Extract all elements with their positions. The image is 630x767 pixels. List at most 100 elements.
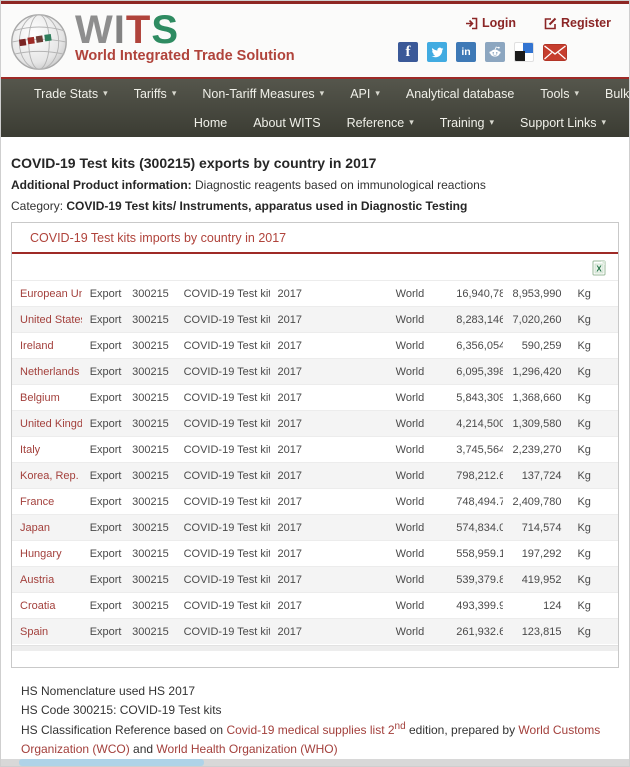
cell-unit: Kg: [569, 541, 618, 567]
nav-item-training[interactable]: Training▾: [429, 112, 505, 134]
login-link[interactable]: Login: [465, 16, 516, 30]
nav-item-reference[interactable]: Reference▾: [336, 112, 425, 134]
cell-product: COVID-19 Test kits: [176, 463, 270, 489]
linkedin-icon[interactable]: in: [456, 42, 476, 62]
country-link[interactable]: Spain: [20, 626, 48, 638]
country-link[interactable]: France: [20, 496, 54, 508]
cell-value: 493,399.96: [448, 593, 503, 619]
cell-code: 300215: [124, 593, 176, 619]
table-row: FranceExport300215COVID-19 Test kits2017…: [12, 489, 618, 515]
nav-item-label: Trade Stats: [34, 87, 98, 101]
table-row: NetherlandsExport300215COVID-19 Test kit…: [12, 359, 618, 385]
cell-value: 558,959.17: [448, 541, 503, 567]
cell-flow: Export: [82, 437, 124, 463]
cell-code: 300215: [124, 385, 176, 411]
register-link[interactable]: Register: [544, 16, 611, 30]
header: WITS World Integrated Trade Solution Log…: [1, 4, 629, 79]
cell-partner: World: [388, 489, 449, 515]
cell-unit: Kg: [569, 359, 618, 385]
additional-info-value: Diagnostic reagents based on immunologic…: [192, 178, 486, 192]
nav-item-trade-stats[interactable]: Trade Stats ▾: [23, 83, 119, 105]
cell-partner: World: [388, 359, 449, 385]
cell-code: 300215: [124, 463, 176, 489]
nav-item-api[interactable]: API▾: [339, 83, 391, 105]
cell-country: France: [12, 489, 82, 515]
country-link[interactable]: Belgium: [20, 392, 60, 404]
cell-code: 300215: [124, 567, 176, 593]
reddit-icon[interactable]: [485, 42, 505, 62]
country-link[interactable]: Italy: [20, 444, 40, 456]
chevron-down-icon: ▾: [103, 88, 108, 99]
cell-value: 16,940,789.16: [448, 281, 503, 307]
chevron-down-icon: ▾: [601, 117, 606, 128]
cell-product: COVID-19 Test kits: [176, 593, 270, 619]
covid-supplies-list-link[interactable]: Covid-19 medical supplies list 2nd: [226, 723, 405, 737]
cell-code: 300215: [124, 359, 176, 385]
cell-country: Croatia: [12, 593, 82, 619]
cell-flow: Export: [82, 541, 124, 567]
nav-item-tariffs[interactable]: Tariffs▾: [123, 83, 188, 105]
country-link[interactable]: Hungary: [20, 548, 62, 560]
nav-item-label: Training: [440, 116, 485, 130]
nav-item-analytical-database[interactable]: Analytical database: [395, 83, 525, 105]
excel-export-button[interactable]: X: [592, 260, 608, 276]
country-link[interactable]: Croatia: [20, 600, 55, 612]
category-label: Category:: [11, 199, 66, 213]
table-row: CroatiaExport300215COVID-19 Test kits201…: [12, 593, 618, 619]
cell-quantity: 419,952: [503, 567, 570, 593]
table-toolbar: X: [12, 254, 618, 278]
cell-quantity: 197,292: [503, 541, 570, 567]
cell-unit: Kg: [569, 437, 618, 463]
who-link[interactable]: World Health Organization (WHO): [156, 742, 337, 756]
email-icon[interactable]: [543, 44, 567, 61]
additional-info-label: Additional Product information:: [11, 178, 192, 192]
cell-partner: World: [388, 541, 449, 567]
horizontal-scrollbar[interactable]: [1, 759, 629, 766]
table-row: Korea, Rep.Export300215COVID-19 Test kit…: [12, 463, 618, 489]
cell-partner: World: [388, 385, 449, 411]
table-row: BelgiumExport300215COVID-19 Test kits201…: [12, 385, 618, 411]
nav-item-tools[interactable]: Tools▾: [529, 83, 590, 105]
nav-row-primary: Trade Stats▾Tariffs▾Non-Tariff Measures▾…: [13, 79, 617, 108]
cell-unit: Kg: [569, 307, 618, 333]
cell-country: Korea, Rep.: [12, 463, 82, 489]
delicious-black-square: [515, 51, 525, 61]
cell-quantity: 124: [503, 593, 570, 619]
delicious-icon[interactable]: [514, 42, 534, 62]
nav-item-about-wits[interactable]: About WITS: [242, 112, 331, 134]
cell-year: 2017: [270, 437, 388, 463]
imports-tab-link[interactable]: COVID-19 Test kits imports by country in…: [12, 231, 286, 245]
cell-flow: Export: [82, 515, 124, 541]
facebook-icon[interactable]: f: [398, 42, 418, 62]
cell-partner: World: [388, 593, 449, 619]
cell-unit: Kg: [569, 515, 618, 541]
country-link[interactable]: European Union: [20, 288, 82, 300]
edit-pencil-icon: [544, 17, 557, 30]
country-link[interactable]: United States: [20, 314, 82, 326]
nav-item-support-links[interactable]: Support Links▾: [509, 112, 617, 134]
cell-unit: Kg: [569, 281, 618, 307]
country-link[interactable]: Austria: [20, 574, 54, 586]
nav-item-home[interactable]: Home: [183, 112, 238, 134]
cell-quantity: 2,239,270: [503, 437, 570, 463]
hs-classification-mid: edition, prepared by: [406, 723, 519, 737]
twitter-icon[interactable]: [427, 42, 447, 62]
cell-code: 300215: [124, 515, 176, 541]
country-link[interactable]: Netherlands: [20, 366, 79, 378]
chevron-down-icon: ▾: [375, 88, 380, 99]
cell-quantity: 1,309,580: [503, 411, 570, 437]
cell-flow: Export: [82, 463, 124, 489]
cell-code: 300215: [124, 619, 176, 645]
country-link[interactable]: Japan: [20, 522, 50, 534]
horizontal-scrollbar-thumb[interactable]: [19, 759, 204, 766]
nav-item-non-tariff-measures[interactable]: Non-Tariff Measures▾: [191, 83, 335, 105]
nav-item-bulk-download[interactable]: Bulk Download: [594, 83, 630, 105]
country-link[interactable]: United Kingdom: [20, 418, 82, 430]
chevron-down-icon: ▾: [172, 88, 177, 99]
cell-flow: Export: [82, 307, 124, 333]
cell-value: 3,745,564.14: [448, 437, 503, 463]
country-link[interactable]: Korea, Rep.: [20, 470, 79, 482]
country-link[interactable]: Ireland: [20, 340, 54, 352]
cell-year: 2017: [270, 541, 388, 567]
cell-quantity: 1,368,660: [503, 385, 570, 411]
